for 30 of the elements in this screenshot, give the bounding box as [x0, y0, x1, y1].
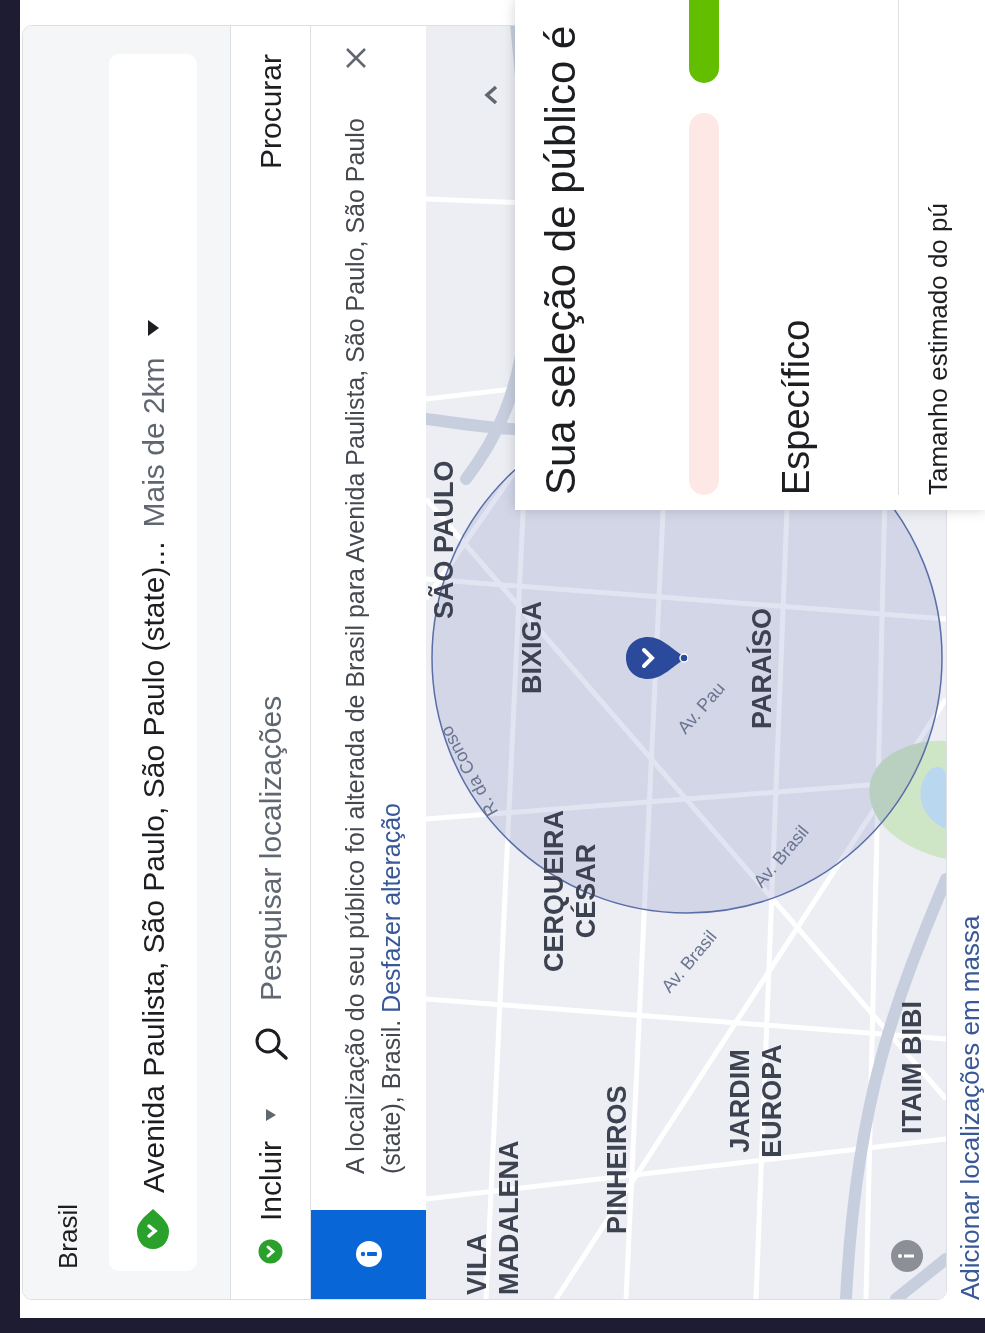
- audience-verdict: Específico: [774, 319, 818, 495]
- check-icon: [258, 1239, 283, 1264]
- search-field[interactable]: Pesquisar localizações: [248, 169, 293, 1001]
- chevron-up-icon[interactable]: [483, 84, 499, 106]
- district-label: CERQUEIRA CÉSAR: [538, 809, 602, 974]
- map-pin-icon: [136, 1207, 170, 1251]
- search-button[interactable]: Procurar: [248, 54, 293, 170]
- street-label: Av. Pau: [672, 677, 730, 740]
- street-label: R. da Conso: [435, 721, 504, 822]
- district-label: PARAÍSO: [746, 608, 778, 729]
- location-field[interactable]: Avenida Paulista, São Paulo, São Paulo (state)... Mais de 2km: [109, 54, 197, 1271]
- audience-title: Sua seleção de público é: [537, 25, 585, 495]
- bulk-add-link[interactable]: Adicionar localizações em massa: [955, 915, 985, 1300]
- district-label: PINHEIROS: [601, 1085, 633, 1234]
- section-label: Brasil: [55, 1204, 81, 1269]
- district-label: ITAIM BIBI: [896, 1001, 928, 1134]
- district-label: BIXIGA: [516, 601, 548, 694]
- radius-dropdown[interactable]: Mais de 2km: [130, 357, 176, 528]
- district-label: JARDIM EUROPA: [724, 1043, 788, 1160]
- district-label: SÃO PAULO: [428, 460, 460, 619]
- undo-link[interactable]: Desfazer alteração: [377, 803, 405, 1013]
- location-text: Avenida Paulista, São Paulo, São Paulo (state)...: [135, 541, 171, 1193]
- include-dropdown[interactable]: Incluir: [248, 1108, 293, 1221]
- caret-icon: [263, 1108, 278, 1121]
- info-icon[interactable]: [890, 1239, 924, 1273]
- size-estimate-label: Tamanho estimado do pú: [923, 203, 953, 495]
- close-icon[interactable]: [345, 47, 367, 69]
- info-icon: [354, 1240, 383, 1269]
- map-pin-icon: [624, 635, 688, 681]
- dropdown-caret-icon[interactable]: [146, 319, 160, 338]
